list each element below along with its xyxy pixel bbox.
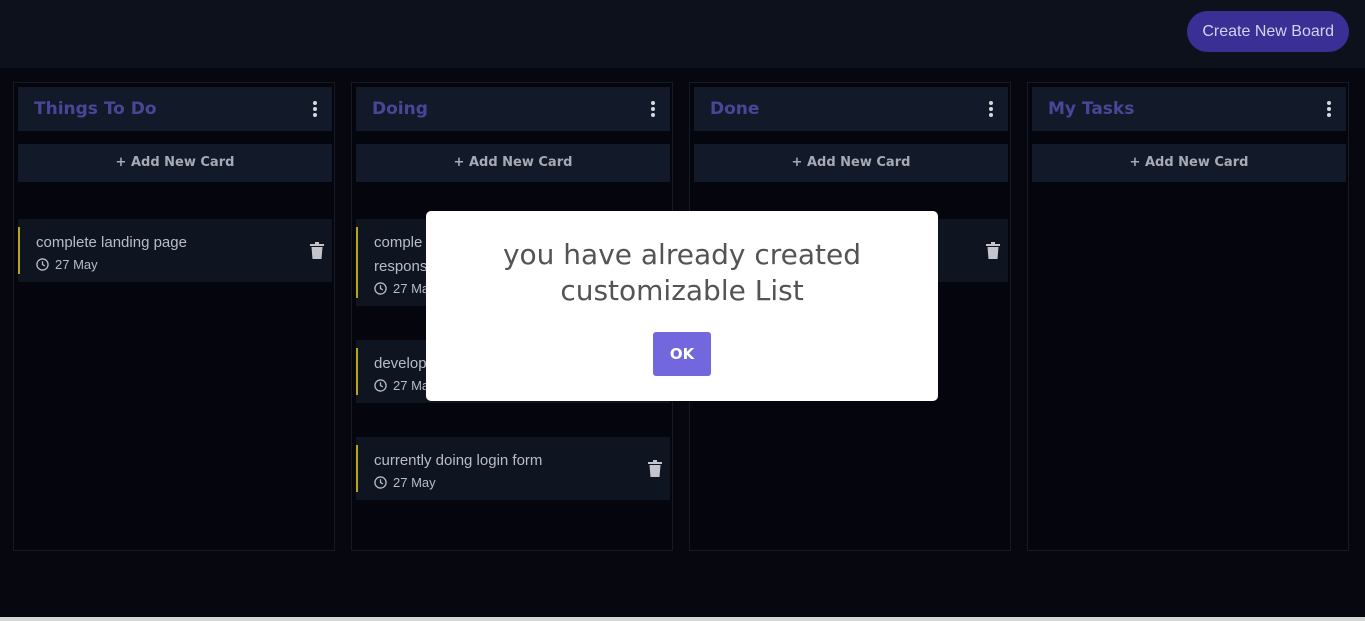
card-title: complete landing page (36, 234, 187, 251)
ok-button[interactable]: OK (653, 332, 711, 376)
card-date-text: 27 Ma (393, 281, 430, 296)
column-title: Things To Do (34, 99, 157, 119)
task-card[interactable]: currently doing login form 27 May (356, 437, 670, 500)
column-title: Done (710, 99, 760, 119)
clock-icon (36, 258, 49, 271)
add-new-card-button[interactable]: + Add New Card (18, 144, 332, 182)
column-title: My Tasks (1048, 99, 1135, 119)
column-header: My Tasks (1032, 87, 1346, 131)
column-title: Doing (372, 99, 428, 119)
trash-icon[interactable] (310, 242, 324, 259)
add-new-card-button[interactable]: + Add New Card (356, 144, 670, 182)
trash-icon[interactable] (648, 460, 662, 477)
modal-message-line-1: you have already created (502, 238, 862, 271)
modal-message-line-2: customizable List (560, 274, 804, 307)
card-accent-bar (356, 445, 358, 492)
card-date-text: 27 May (55, 257, 98, 272)
card-date: 27 Ma (374, 378, 429, 393)
card-date: 27 Ma (374, 281, 429, 296)
task-card[interactable]: complete landing page 27 May (18, 219, 332, 282)
kebab-menu-icon[interactable] (312, 101, 318, 117)
add-new-card-button[interactable]: + Add New Card (694, 144, 1008, 182)
alert-modal: you have already created customizable Li… (426, 211, 938, 401)
top-bar: Create New Board (0, 0, 1365, 68)
clock-icon (374, 476, 387, 489)
clock-icon (374, 282, 387, 295)
column-header: Things To Do (18, 87, 332, 131)
modal-message: you have already created customizable Li… (426, 237, 938, 309)
card-title: comple responsi (374, 234, 431, 275)
card-accent-bar (356, 348, 358, 395)
list-column-my-tasks: My Tasks + Add New Card (1027, 82, 1349, 551)
card-date-text: 27 May (393, 475, 436, 490)
kebab-menu-icon[interactable] (1326, 101, 1332, 117)
card-accent-bar (356, 227, 358, 298)
column-header: Doing (356, 87, 670, 131)
trash-icon[interactable] (986, 242, 1000, 259)
list-column-things-to-do: Things To Do + Add New Card complete lan… (13, 82, 335, 551)
clock-icon (374, 379, 387, 392)
card-title: currently doing login form (374, 452, 543, 469)
kebab-menu-icon[interactable] (650, 101, 656, 117)
create-new-board-button[interactable]: Create New Board (1187, 11, 1349, 52)
bottom-edge (0, 617, 1365, 621)
card-date: 27 May (374, 475, 436, 490)
card-date-text: 27 Ma (393, 378, 430, 393)
card-date: 27 May (36, 257, 98, 272)
column-header: Done (694, 87, 1008, 131)
card-accent-bar (18, 227, 20, 274)
kebab-menu-icon[interactable] (988, 101, 994, 117)
add-new-card-button[interactable]: + Add New Card (1032, 144, 1346, 182)
